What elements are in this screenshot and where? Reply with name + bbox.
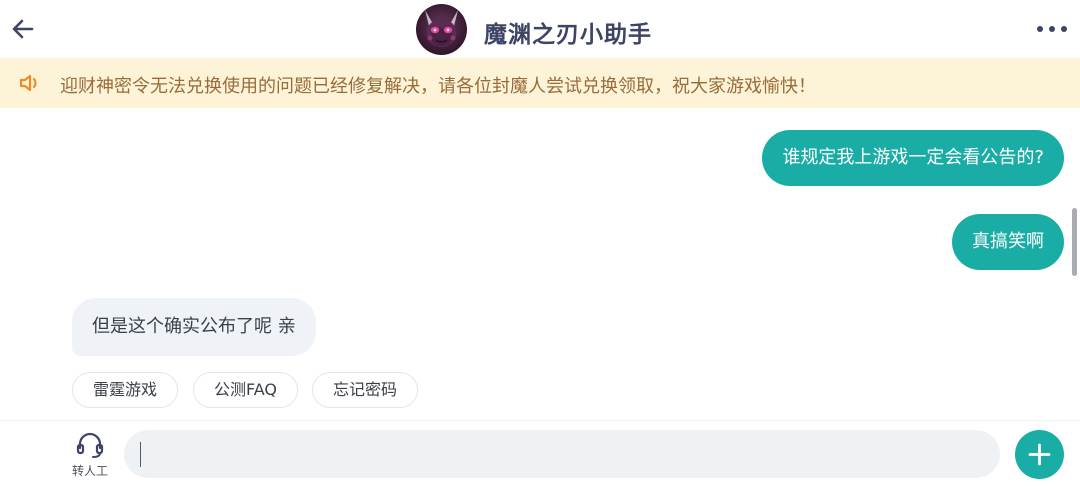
plus-icon xyxy=(1028,443,1051,466)
page-title: 魔渊之刃小助手 xyxy=(484,22,652,48)
headset-icon xyxy=(75,431,105,459)
composer-bar: 转人工 xyxy=(0,420,1080,486)
message-input[interactable] xyxy=(124,430,1000,478)
chat-app: 魔渊之刃小助手 迎财神密令无法兑换使用的问题已经修复解决，请各位封魔人尝试兑换领… xyxy=(0,0,1080,486)
more-button[interactable] xyxy=(1034,16,1070,42)
quick-reply-button[interactable]: 公测FAQ xyxy=(193,372,298,408)
quick-reply-button[interactable]: 雷霆游戏 xyxy=(72,372,179,408)
announcement-banner[interactable]: 迎财神密令无法兑换使用的问题已经修复解决，请各位封魔人尝试兑换领取，祝大家游戏愉… xyxy=(0,58,1080,108)
assistant-message: 但是这个确实公布了呢 亲 xyxy=(72,298,316,356)
user-message: 谁规定我上游戏一定会看公告的? xyxy=(762,130,1064,186)
speaker-icon xyxy=(18,72,42,94)
more-horizontal-icon xyxy=(1037,26,1067,32)
quick-reply-button[interactable]: 忘记密码 xyxy=(312,372,419,408)
transfer-label: 转人工 xyxy=(71,464,108,478)
add-button[interactable] xyxy=(1015,430,1064,479)
header: 魔渊之刃小助手 xyxy=(0,0,1080,58)
announcement-text: 迎财神密令无法兑换使用的问题已经修复解决，请各位封魔人尝试兑换领取，祝大家游戏愉… xyxy=(60,76,816,97)
avatar xyxy=(416,4,467,55)
arrow-left-icon xyxy=(12,19,34,39)
back-button[interactable] xyxy=(8,14,38,44)
user-message: 真搞笑啊 xyxy=(952,214,1064,270)
message-list: 谁规定我上游戏一定会看公告的? 真搞笑啊 但是这个确实公布了呢 亲 雷霆游戏 公… xyxy=(0,108,1080,420)
text-cursor xyxy=(140,442,141,467)
scrollbar[interactable] xyxy=(1072,208,1077,276)
transfer-to-human-button[interactable]: 转人工 xyxy=(66,431,114,481)
